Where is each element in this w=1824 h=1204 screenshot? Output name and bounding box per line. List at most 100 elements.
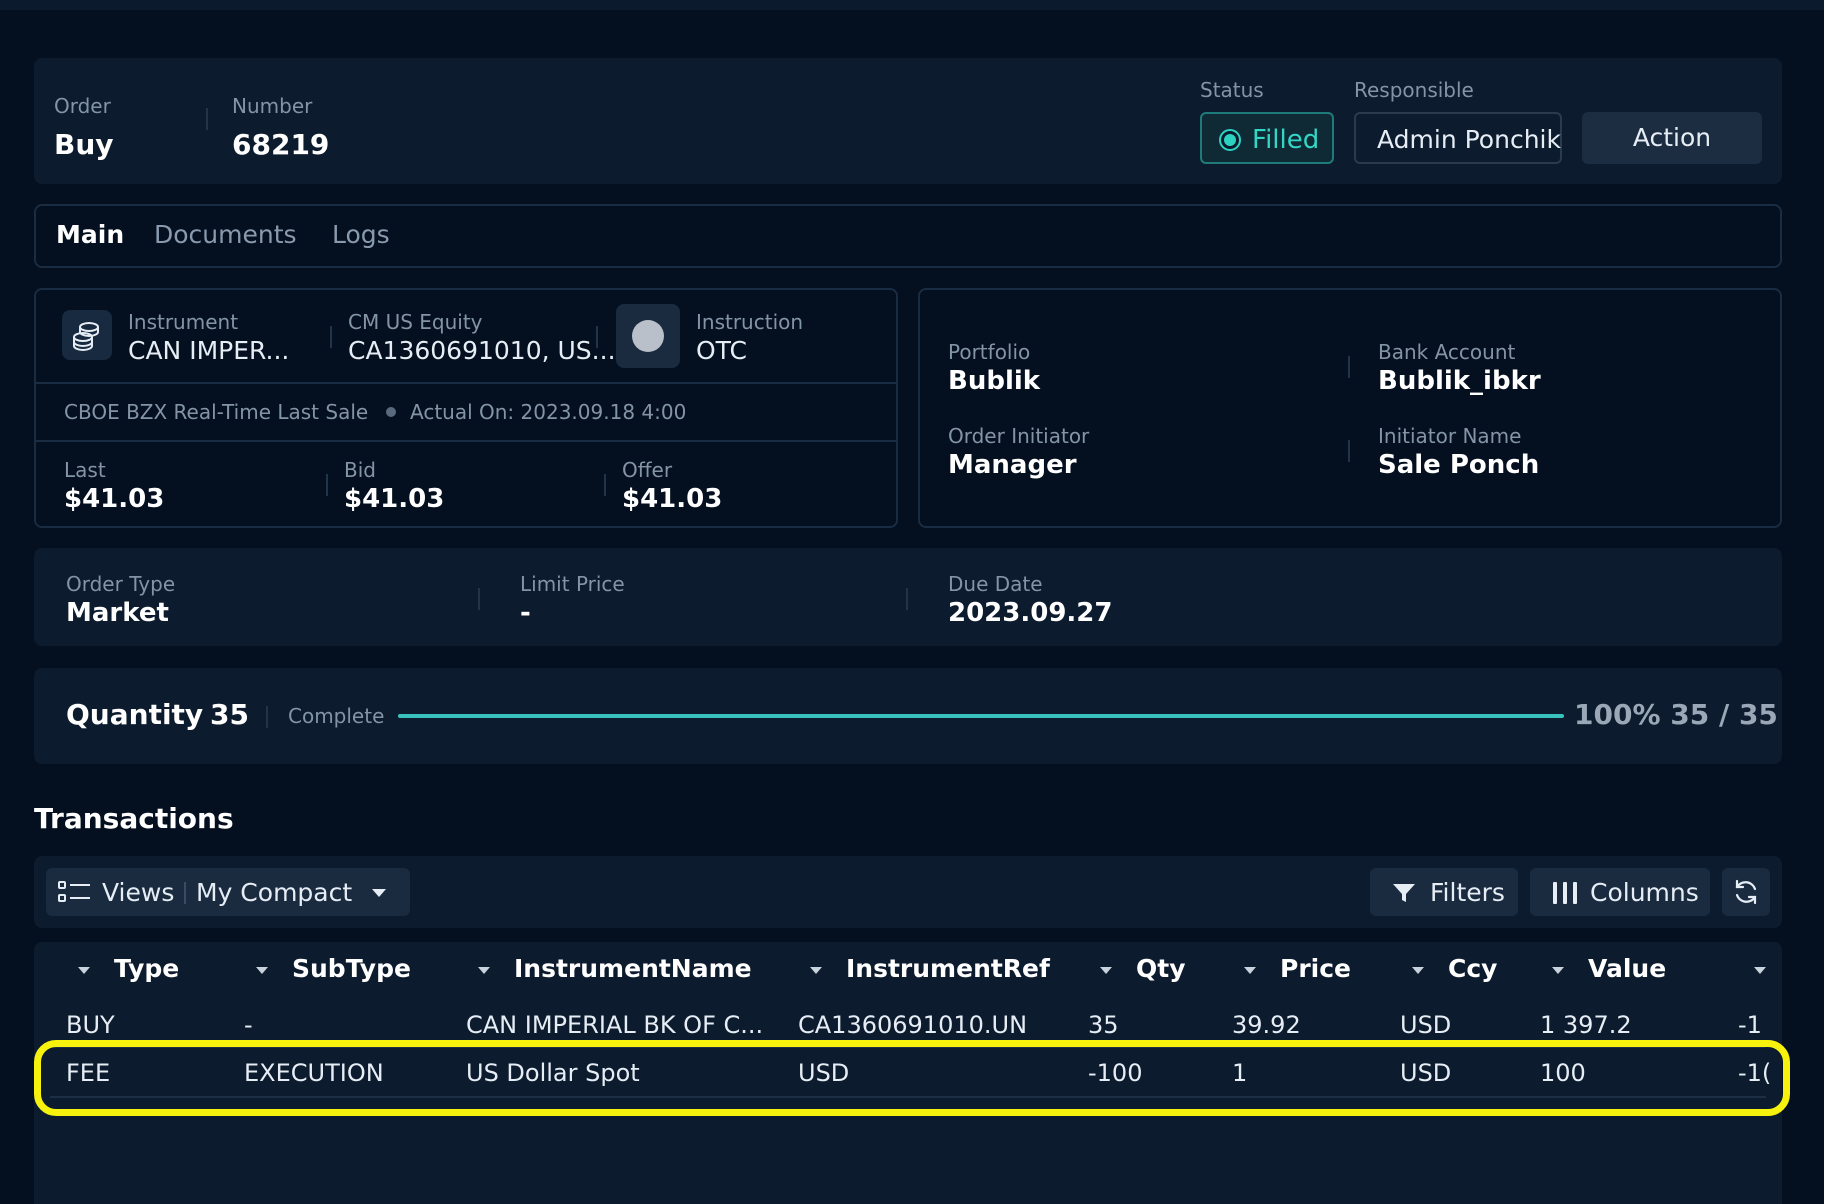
divider <box>596 326 598 348</box>
order-number: 68219 <box>232 128 330 161</box>
table-cell-value: 1 397.2 <box>1540 1011 1632 1039</box>
tab-main[interactable]: Main <box>56 220 124 249</box>
divider <box>604 474 606 496</box>
quantity-value: 35 <box>210 698 249 731</box>
instrument-value: CAN IMPER... <box>128 336 290 365</box>
feed-actual: Actual On: 2023.09.18 4:00 <box>410 400 687 424</box>
offer-label: Offer <box>622 458 673 482</box>
chevron-down-icon[interactable] <box>810 967 822 974</box>
views-label: Views <box>102 878 175 907</box>
responsible-value: Admin Ponchik <box>1377 125 1561 154</box>
portfolio-label: Portfolio <box>948 340 1031 364</box>
divider <box>326 474 328 496</box>
column-header-type[interactable]: Type <box>114 954 179 983</box>
feed-source: CBOE BZX Real-Time Last Sale <box>64 400 369 424</box>
chevron-down-icon[interactable] <box>1754 967 1766 974</box>
highlight-box <box>34 1040 1790 1116</box>
divider <box>906 588 908 610</box>
quantity-label: Quantity <box>66 698 204 731</box>
views-button[interactable]: Views My Compact <box>46 868 410 916</box>
last-label: Last <box>64 458 106 482</box>
divider <box>36 382 896 384</box>
table-cell-qty: 35 <box>1088 1011 1119 1039</box>
column-header-instrument-ref[interactable]: InstrumentRef <box>846 954 1050 983</box>
number-label: Number <box>232 94 313 118</box>
table-cell-overflow: -1 <box>1738 1011 1762 1039</box>
refresh-button[interactable] <box>1722 868 1770 916</box>
portfolio-value: Bublik <box>948 366 1041 396</box>
column-header-instrument-name[interactable]: InstrumentName <box>514 954 752 983</box>
column-header-subtype[interactable]: SubType <box>292 954 411 983</box>
table-cell-price: 39.92 <box>1232 1011 1301 1039</box>
status-text: Filled <box>1252 125 1320 155</box>
chevron-down-icon[interactable] <box>478 967 490 974</box>
divider <box>478 588 480 610</box>
chevron-down-icon[interactable] <box>1244 967 1256 974</box>
coins-icon <box>62 310 112 360</box>
divider <box>206 108 208 130</box>
divider <box>1348 440 1350 462</box>
chevron-down-icon[interactable] <box>1552 967 1564 974</box>
tab-documents[interactable]: Documents <box>154 220 297 249</box>
bank-account-value: Bublik_ibkr <box>1378 366 1541 396</box>
order-initiator-value: Manager <box>948 450 1077 480</box>
divider <box>330 326 332 348</box>
progress-fill <box>398 714 1564 718</box>
initiator-name-value: Sale Ponch <box>1378 450 1540 480</box>
chevron-down-icon <box>372 889 386 897</box>
responsible-label: Responsible <box>1354 78 1474 102</box>
due-date-value: 2023.09.27 <box>948 598 1113 628</box>
action-button[interactable]: Action <box>1582 112 1762 164</box>
responsible-select[interactable]: Admin Ponchik <box>1354 112 1562 164</box>
transactions-title: Transactions <box>34 802 234 835</box>
table-cell-subtype: - <box>244 1011 253 1039</box>
offer-value: $41.03 <box>622 484 723 514</box>
order-type-value: Market <box>66 598 169 628</box>
limit-price-value: - <box>520 598 531 628</box>
view-selected: My Compact <box>196 878 353 907</box>
chevron-down-icon[interactable] <box>78 967 90 974</box>
status-badge[interactable]: Filled <box>1200 112 1334 164</box>
due-date-label: Due Date <box>948 572 1043 596</box>
status-dot-icon <box>1219 129 1241 151</box>
limit-price-label: Limit Price <box>520 572 625 596</box>
columns-label: Columns <box>1590 878 1699 907</box>
portfolio-panel <box>918 288 1782 528</box>
divider <box>36 440 896 442</box>
column-header-price[interactable]: Price <box>1280 954 1351 983</box>
complete-label: Complete <box>288 704 385 728</box>
quantity-progress-bar <box>398 714 1564 718</box>
columns-button[interactable]: Columns <box>1530 868 1710 916</box>
tab-logs[interactable]: Logs <box>332 220 390 249</box>
filters-label: Filters <box>1430 878 1505 907</box>
columns-icon <box>1553 882 1577 904</box>
order-value: Buy <box>54 128 114 161</box>
initiator-name-label: Initiator Name <box>1378 424 1522 448</box>
order-details-panel <box>34 548 1782 646</box>
column-header-value[interactable]: Value <box>1588 954 1666 983</box>
instruction-value: OTC <box>696 336 747 365</box>
table-cell-type: BUY <box>66 1011 115 1039</box>
action-label: Action <box>1632 123 1712 152</box>
column-header-qty[interactable]: Qty <box>1136 954 1186 983</box>
chevron-down-icon[interactable] <box>1412 967 1424 974</box>
column-header-ccy[interactable]: Ccy <box>1448 954 1497 983</box>
divider <box>184 882 186 904</box>
dot-icon <box>386 407 396 417</box>
table-cell-ccy: USD <box>1400 1011 1452 1039</box>
filters-button[interactable]: Filters <box>1370 868 1518 916</box>
table-cell-instrument-ref: CA1360691010.UN <box>798 1011 1028 1039</box>
refresh-icon <box>1735 879 1757 905</box>
bank-account-label: Bank Account <box>1378 340 1516 364</box>
bid-label: Bid <box>344 458 376 482</box>
table-cell-instrument-name: CAN IMPERIAL BK OF C... <box>466 1011 764 1039</box>
list-icon <box>58 881 90 902</box>
chevron-down-icon[interactable] <box>1100 967 1112 974</box>
equity-value: CA1360691010, US... <box>348 336 616 365</box>
chevron-down-icon[interactable] <box>256 967 268 974</box>
equity-label: CM US Equity <box>348 310 483 334</box>
instrument-label: Instrument <box>128 310 239 334</box>
order-label: Order <box>54 94 111 118</box>
order-type-label: Order Type <box>66 572 176 596</box>
filter-icon <box>1393 884 1415 902</box>
